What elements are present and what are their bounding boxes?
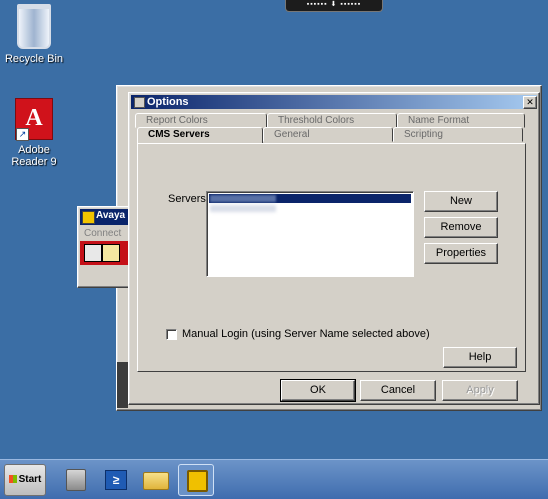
top-bar-text: ▪▪▪▪▪▪ ⬇ ▪▪▪▪▪▪ xyxy=(306,1,362,8)
server-manager-icon[interactable] xyxy=(60,465,90,493)
avaya-menu-connect[interactable]: Connect xyxy=(84,228,121,239)
apply-label: Apply xyxy=(466,384,494,396)
manual-login-checkbox[interactable] xyxy=(166,329,177,340)
apply-button[interactable]: Apply xyxy=(442,380,518,401)
background-window-strip xyxy=(117,362,128,408)
tab-label: General xyxy=(274,129,310,140)
avaya-toolbar-button-1[interactable] xyxy=(84,244,102,262)
ok-label: OK xyxy=(310,384,326,396)
dialog-titlebar[interactable]: Options ✕ xyxy=(131,95,537,109)
tab-report-colors[interactable]: Report Colors xyxy=(135,113,267,128)
servers-label: Servers: xyxy=(168,193,209,205)
avaya-app-icon xyxy=(82,211,95,224)
tab-label: Report Colors xyxy=(146,115,208,126)
tab-cms-servers[interactable]: CMS Servers xyxy=(137,127,263,144)
explorer-folder-icon[interactable] xyxy=(140,465,170,493)
properties-label: Properties xyxy=(435,247,487,259)
tab-name-format[interactable]: Name Format xyxy=(397,113,525,128)
recycle-bin-label: Recycle Bin xyxy=(4,53,64,65)
manual-login-label[interactable]: Manual Login (using Server Name selected… xyxy=(182,328,430,340)
server-item-redacted-1 xyxy=(210,195,276,202)
adobe-reader-label: Adobe Reader 9 xyxy=(11,144,57,168)
powershell-icon[interactable]: ≥ xyxy=(100,465,130,493)
new-label: New xyxy=(449,195,472,207)
help-button[interactable]: Help xyxy=(443,347,517,368)
remove-label: Remove xyxy=(440,221,482,233)
cancel-label: Cancel xyxy=(380,384,416,396)
dialog-title: Options xyxy=(147,96,189,108)
new-button[interactable]: New xyxy=(424,191,498,212)
top-control-bar[interactable]: ▪▪▪▪▪▪ ⬇ ▪▪▪▪▪▪ xyxy=(285,0,383,12)
server-item-redacted-2 xyxy=(210,205,276,212)
tab-panel: Servers: New Remove Properties Manual Lo… xyxy=(137,143,526,372)
avaya-window[interactable]: Avaya Connect xyxy=(77,206,131,288)
start-label: Start xyxy=(18,474,42,485)
desktop-icon-adobe-reader[interactable]: ↗ Adobe Reader 9 xyxy=(2,98,66,168)
shortcut-arrow-icon: ↗ xyxy=(16,128,29,141)
start-button[interactable]: Start xyxy=(4,464,46,496)
avaya-toolbar-button-2[interactable] xyxy=(102,244,120,262)
desktop-icon-recycle-bin[interactable]: Recycle Bin xyxy=(2,4,66,65)
servers-list[interactable] xyxy=(206,191,414,277)
tab-general[interactable]: General xyxy=(263,127,393,142)
avaya-taskbar-icon[interactable] xyxy=(178,464,214,496)
tab-label: Threshold Colors xyxy=(278,115,355,126)
avaya-titlebar[interactable]: Avaya xyxy=(80,209,128,225)
help-label: Help xyxy=(468,351,492,363)
tab-label: CMS Servers xyxy=(148,129,210,140)
cancel-button[interactable]: Cancel xyxy=(360,380,436,401)
close-button[interactable]: ✕ xyxy=(523,96,537,109)
options-app-icon xyxy=(134,97,145,108)
options-dialog: Options ✕ Report Colors Threshold Colors… xyxy=(128,92,540,405)
close-icon: ✕ xyxy=(526,97,534,107)
adobe-reader-icon: ↗ xyxy=(15,98,53,141)
ok-button[interactable]: OK xyxy=(280,379,356,402)
tab-threshold-colors[interactable]: Threshold Colors xyxy=(267,113,397,128)
remove-button[interactable]: Remove xyxy=(424,217,498,238)
tab-label: Name Format xyxy=(408,115,470,126)
windows-logo-icon xyxy=(8,475,17,484)
tab-label: Scripting xyxy=(404,129,443,140)
properties-button[interactable]: Properties xyxy=(424,243,498,264)
recycle-bin-icon xyxy=(17,4,51,49)
tab-scripting[interactable]: Scripting xyxy=(393,127,523,142)
avaya-title: Avaya xyxy=(96,210,126,221)
